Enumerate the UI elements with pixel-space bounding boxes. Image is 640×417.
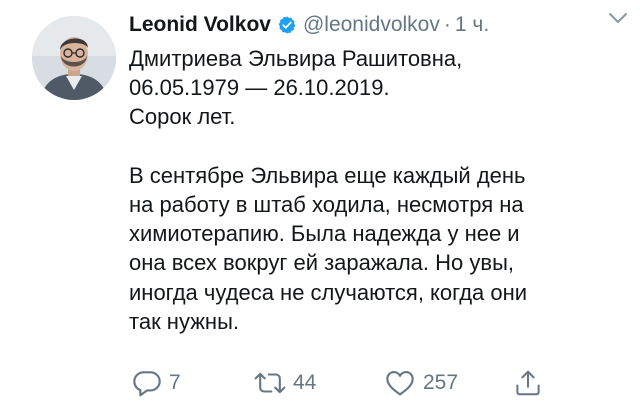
chevron-down-icon bbox=[609, 13, 627, 23]
share-button[interactable] bbox=[513, 365, 543, 401]
tweet-text-line: на работу в штаб ходила, несмотря на bbox=[129, 192, 524, 217]
tweet-text-line: так нужны. bbox=[129, 308, 239, 334]
header-separator: · bbox=[443, 13, 451, 36]
reply-button[interactable]: 7 bbox=[131, 365, 181, 401]
share-icon bbox=[516, 370, 540, 396]
tweet-text-line: Дмитриева Эльвира Рашитовна, bbox=[129, 46, 463, 71]
reply-icon bbox=[133, 371, 161, 397]
author-handle[interactable]: @leonidvolkov bbox=[303, 13, 440, 37]
tweet-text-line: химиотерапию. Была надежда у нее и bbox=[129, 221, 520, 247]
tweet-text-line: 06.05.1979 — 26.10.2019. bbox=[129, 75, 390, 101]
reply-count: 7 bbox=[169, 371, 181, 394]
author-name[interactable]: Leonid Volkov bbox=[129, 13, 271, 37]
tweet-text-line: она всех вокруг ей заражала. Но увы, bbox=[129, 250, 514, 276]
tweet-actions: 7 44 257 bbox=[129, 365, 599, 401]
verified-badge-icon bbox=[277, 15, 297, 35]
tweet-header: Leonid Volkov @leonidvolkov · 1 ч. bbox=[129, 10, 629, 40]
tweet-text-line: иногда чудеса не случаются, когда они bbox=[129, 279, 528, 305]
tweet-menu-button[interactable] bbox=[606, 6, 630, 30]
avatar[interactable] bbox=[32, 16, 116, 100]
tweet-text: Дмитриева Эльвира Рашитовна, 06.05.1979 … bbox=[129, 44, 629, 336]
like-count: 257 bbox=[423, 371, 459, 394]
tweet-text-line: В сентябре Эльвира еще каждый день bbox=[129, 162, 526, 188]
retweet-count: 44 bbox=[293, 371, 317, 394]
tweet-text-line: Сорок лет. bbox=[129, 104, 236, 130]
tweet-body: Leonid Volkov @leonidvolkov · 1 ч. Дмитр… bbox=[129, 10, 629, 336]
like-button[interactable]: 257 bbox=[383, 365, 458, 401]
retweet-icon bbox=[254, 372, 286, 394]
retweet-button[interactable]: 44 bbox=[253, 365, 316, 401]
heart-icon bbox=[386, 371, 414, 396]
tweet-timestamp[interactable]: 1 ч. bbox=[455, 13, 489, 37]
